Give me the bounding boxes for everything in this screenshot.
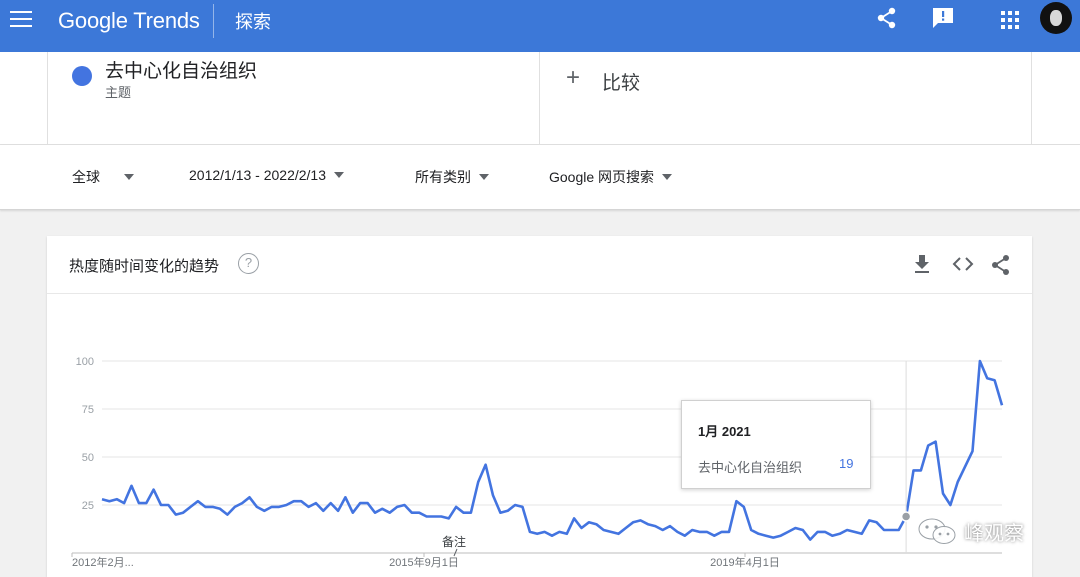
- tooltip-value: 19: [839, 456, 854, 471]
- wechat-logo-icon: [918, 518, 956, 544]
- chart-tooltip: 1月 2021 去中心化自治组织 19: [681, 400, 871, 489]
- note-label[interactable]: 备注: [442, 534, 466, 549]
- y-tick-label: 25: [82, 500, 94, 512]
- y-tick-label: 100: [76, 356, 94, 368]
- x-tick-label: 2019年4月1日: [710, 555, 780, 569]
- tooltip-date: 1月 2021: [698, 424, 751, 439]
- tooltip-series-name: 去中心化自治组织: [698, 460, 803, 475]
- trend-line-chart[interactable]: 25 50 75 100 2012年2月... 2015年9月1日 2019年4月1日 备注: [0, 0, 1080, 577]
- y-tick-label: 50: [82, 452, 94, 464]
- hover-point[interactable]: [900, 511, 912, 522]
- y-tick-label: 75: [82, 404, 94, 416]
- watermark: 峰观察: [916, 513, 1056, 549]
- x-tick-label: 2012年2月...: [72, 555, 134, 569]
- watermark-text: 峰观察: [964, 520, 1024, 545]
- x-tick-label: 2015年9月1日: [389, 555, 459, 569]
